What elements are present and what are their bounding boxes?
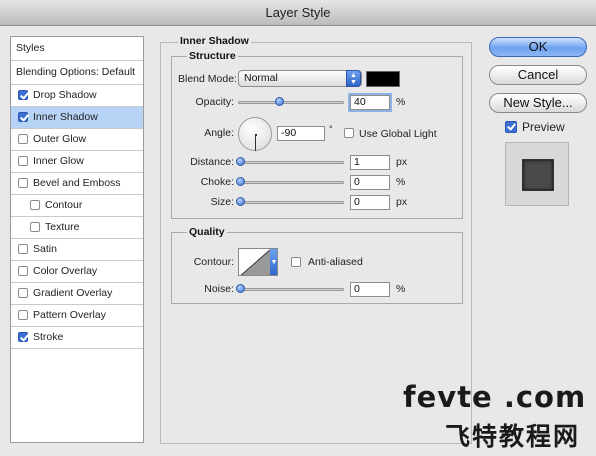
angle-label: Angle:: [204, 127, 234, 139]
cancel-button[interactable]: Cancel: [489, 65, 587, 85]
style-item-inner-shadow[interactable]: Inner Shadow: [11, 107, 143, 129]
angle-field[interactable]: -90: [277, 126, 325, 141]
opacity-field[interactable]: 40: [350, 95, 390, 110]
style-checkbox[interactable]: [18, 178, 28, 188]
style-checkbox[interactable]: [18, 310, 28, 320]
use-global-light-label: Use Global Light: [359, 128, 437, 140]
blend-mode-select[interactable]: Normal ▲ ▼: [238, 70, 362, 87]
style-item-drop-shadow[interactable]: Drop Shadow: [11, 85, 143, 107]
contour-picker[interactable]: ▼: [238, 248, 278, 276]
new-style-button[interactable]: New Style...: [489, 93, 587, 113]
style-item-color-overlay[interactable]: Color Overlay: [11, 261, 143, 283]
contour-label: Contour:: [193, 256, 234, 268]
quality-title: Quality: [187, 226, 227, 238]
style-checkbox[interactable]: [18, 90, 28, 100]
structure-title: Structure: [187, 50, 238, 62]
style-checkbox[interactable]: [18, 266, 28, 276]
window-titlebar: Layer Style: [0, 0, 596, 26]
style-item-contour[interactable]: Contour: [11, 195, 143, 217]
style-item-gradient-overlay[interactable]: Gradient Overlay: [11, 283, 143, 305]
style-item-texture[interactable]: Texture: [11, 217, 143, 239]
choke-slider-thumb[interactable]: [236, 177, 245, 186]
choke-slider-track[interactable]: [238, 181, 344, 184]
style-checkbox[interactable]: [18, 332, 28, 342]
style-item-label: Gradient Overlay: [33, 287, 113, 299]
noise-unit: %: [396, 283, 406, 295]
noise-label: Noise:: [204, 283, 234, 295]
noise-slider-track[interactable]: [238, 288, 344, 291]
style-checkbox[interactable]: [18, 112, 28, 122]
chevron-updown-icon: ▲ ▼: [346, 70, 361, 87]
blend-mode-value: Normal: [244, 72, 278, 84]
style-checkbox[interactable]: [18, 156, 28, 166]
size-label: Size:: [210, 196, 234, 208]
blend-mode-label: Blend Mode:: [178, 73, 237, 85]
preview-thumbnail: [505, 142, 569, 206]
opacity-unit: %: [396, 96, 406, 108]
blending-options-item[interactable]: Blending Options: Default: [11, 61, 143, 85]
preview-checkbox[interactable]: [505, 121, 517, 133]
style-item-label: Bevel and Emboss: [33, 177, 121, 189]
angle-unit: °: [329, 124, 333, 134]
style-item-stroke[interactable]: Stroke: [11, 327, 143, 349]
use-global-light-checkbox[interactable]: [344, 128, 354, 138]
style-item-label: Inner Shadow: [33, 111, 98, 123]
choke-unit: %: [396, 176, 406, 188]
styles-panel: Styles Blending Options: Default Drop Sh…: [10, 36, 144, 443]
style-checkbox[interactable]: [30, 200, 40, 210]
anti-aliased-checkbox[interactable]: [291, 257, 301, 267]
dial-needle: [255, 135, 256, 151]
styles-header[interactable]: Styles: [11, 37, 143, 61]
preview-shape: [522, 159, 554, 191]
style-item-label: Stroke: [33, 331, 64, 343]
size-field[interactable]: 0: [350, 195, 390, 210]
style-item-bevel-and-emboss[interactable]: Bevel and Emboss: [11, 173, 143, 195]
style-item-label: Inner Glow: [33, 155, 84, 167]
noise-field[interactable]: 0: [350, 282, 390, 297]
preview-label: Preview: [522, 120, 565, 134]
style-item-label: Texture: [45, 221, 80, 233]
inner-shadow-title: Inner Shadow: [178, 35, 251, 47]
style-checkbox[interactable]: [18, 134, 28, 144]
noise-slider-thumb[interactable]: [236, 284, 245, 293]
opacity-label: Opacity:: [195, 96, 234, 108]
chevron-down-icon: ▼: [270, 249, 277, 275]
window-title: Layer Style: [265, 5, 331, 20]
choke-field[interactable]: 0: [350, 175, 390, 190]
size-slider-track[interactable]: [238, 201, 344, 204]
ok-button[interactable]: OK: [489, 37, 587, 57]
distance-slider-track[interactable]: [238, 161, 344, 164]
style-item-satin[interactable]: Satin: [11, 239, 143, 261]
opacity-slider-track[interactable]: [238, 101, 344, 104]
distance-slider-thumb[interactable]: [236, 157, 245, 166]
style-item-label: Drop Shadow: [33, 89, 97, 101]
size-unit: px: [396, 196, 408, 208]
anti-aliased-label: Anti-aliased: [308, 256, 363, 268]
style-item-label: Outer Glow: [33, 133, 87, 145]
contour-curve-icon: [240, 249, 272, 275]
style-item-inner-glow[interactable]: Inner Glow: [11, 151, 143, 173]
shadow-color-swatch[interactable]: [366, 71, 400, 87]
watermark-text-cn: 飞特教程网: [445, 422, 581, 451]
style-item-outer-glow[interactable]: Outer Glow: [11, 129, 143, 151]
distance-field[interactable]: 1: [350, 155, 390, 170]
style-checkbox[interactable]: [18, 244, 28, 254]
style-item-pattern-overlay[interactable]: Pattern Overlay: [11, 305, 143, 327]
style-checkbox[interactable]: [30, 222, 40, 232]
style-item-label: Pattern Overlay: [33, 309, 106, 321]
style-item-label: Color Overlay: [33, 265, 98, 277]
style-item-label: Satin: [33, 243, 57, 255]
distance-unit: px: [396, 156, 408, 168]
style-item-label: Contour: [45, 199, 83, 211]
watermark-text: fevte .com: [403, 380, 587, 414]
choke-label: Choke:: [200, 176, 234, 188]
distance-label: Distance:: [190, 156, 234, 168]
style-checkbox[interactable]: [18, 288, 28, 298]
angle-dial[interactable]: [238, 117, 272, 151]
size-slider-thumb[interactable]: [236, 197, 245, 206]
